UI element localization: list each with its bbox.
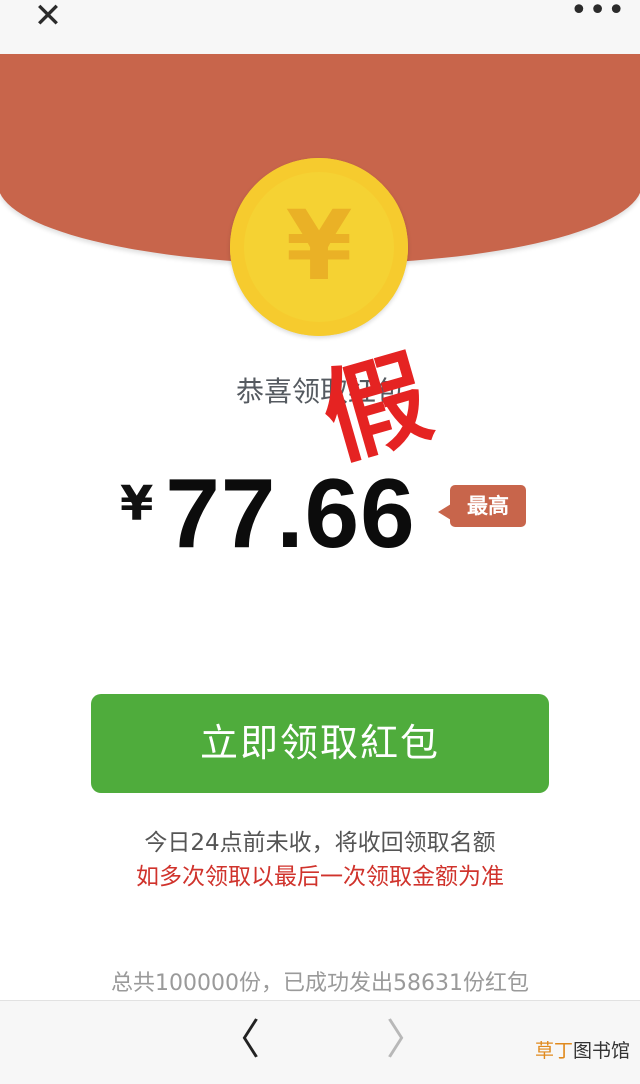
currency-symbol: ¥ — [120, 476, 154, 532]
chevron-left-icon[interactable]: 〈 — [218, 1017, 260, 1063]
watermark-part-a: 草丁 — [534, 1040, 573, 1062]
amount-display: ¥ 77.66 — [120, 458, 416, 568]
bottom-navigation-bar: 〈 〉 草丁图书馆 — [0, 1000, 640, 1084]
max-badge: 最高 — [450, 485, 526, 527]
coin-yen-symbol: ¥ — [285, 190, 353, 302]
amount-value: 77.66 — [165, 458, 416, 568]
multi-claim-notice: 如多次领取以最后一次领取金额为准 — [136, 864, 504, 890]
top-navigation-bar: ✕ ••• — [0, 0, 640, 55]
receive-red-packet-button[interactable]: 立即领取紅包 — [91, 694, 549, 793]
watermark-part-b: 图书馆 — [572, 1040, 630, 1062]
yen-coin-icon: ¥ — [230, 158, 408, 336]
close-icon[interactable]: ✕ — [30, 0, 66, 36]
distribution-summary: 总共100000份，已成功发出58631份红包 — [111, 971, 529, 996]
more-icon[interactable]: ••• — [570, 0, 625, 30]
chevron-right-icon[interactable]: 〉 — [386, 1017, 428, 1063]
watermark: 草丁图书馆 — [535, 1037, 630, 1065]
deadline-notice: 今日24点前未收，将收回领取名额 — [144, 830, 496, 856]
